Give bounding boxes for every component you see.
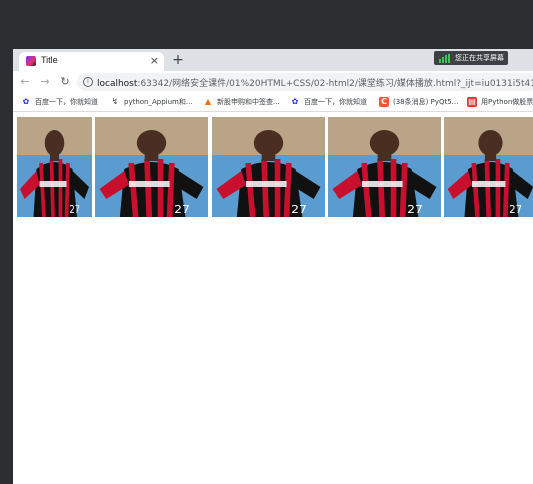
footballer-photo-icon: 27 — [212, 117, 325, 217]
media-player[interactable]: 27 — [17, 117, 92, 217]
reload-button[interactable]: ↻ — [57, 74, 73, 90]
hook-icon: ↯ — [111, 97, 119, 106]
new-tab-button[interactable]: + — [170, 52, 186, 68]
bookmark-label: 百度一下，你就知道 — [304, 98, 367, 106]
svg-text:27: 27 — [407, 203, 423, 216]
footballer-photo-icon: 27 — [328, 117, 441, 217]
csdn-icon: C — [379, 97, 389, 107]
book-icon: ▤ — [467, 97, 477, 107]
paw-icon: ✿ — [291, 97, 299, 106]
url-text[interactable]: localhost:63342/网络安全课件/01%20HTML+CSS/02-… — [97, 76, 533, 89]
paw-icon: ✿ — [22, 97, 30, 106]
flame-icon: ▲ — [204, 97, 212, 106]
navigation-toolbar: ← → ↻ i localhost:63342/网络安全课件/01%20HTML… — [13, 71, 533, 93]
footballer-photo-icon: 27 — [17, 117, 92, 217]
page-content: 27 27 27 27 27 — [13, 112, 533, 484]
media-player[interactable]: 27 — [444, 117, 533, 217]
forward-button[interactable]: → — [37, 74, 53, 90]
webstorm-favicon-icon — [26, 56, 36, 66]
desktop: Title × + 您正在共享屏幕 ← → ↻ i localhost:6334… — [0, 0, 533, 484]
footballer-photo-icon: 27 — [444, 117, 533, 217]
media-player[interactable]: 27 — [95, 117, 208, 217]
svg-text:27: 27 — [509, 203, 522, 216]
svg-text:27: 27 — [174, 203, 190, 216]
media-player[interactable]: 27 — [328, 117, 441, 217]
browser-window: Title × + 您正在共享屏幕 ← → ↻ i localhost:6334… — [13, 49, 533, 484]
screen-share-badge[interactable]: 您正在共享屏幕 — [434, 51, 508, 65]
share-notice-label: 您正在共享屏幕 — [455, 54, 504, 62]
bookmark-label: python_Appium和... — [124, 98, 193, 106]
close-icon[interactable]: × — [150, 53, 159, 69]
footballer-photo-icon: 27 — [95, 117, 208, 217]
media-player[interactable]: 27 — [212, 117, 325, 217]
media-gallery: 27 27 27 27 27 — [17, 117, 533, 217]
url-path: :63342/网络安全课件/01%20HTML+CSS/02-html2/课堂练… — [137, 79, 533, 89]
tab-active[interactable]: Title × — [19, 52, 164, 71]
bookmark-label: 用Python做股票... — [481, 98, 533, 106]
bookmark-label: (38条消息) PyQt5... — [393, 98, 459, 106]
tab-strip: Title × + 您正在共享屏幕 — [13, 49, 533, 71]
svg-text:27: 27 — [291, 203, 307, 216]
back-button[interactable]: ← — [17, 74, 33, 90]
info-icon[interactable]: i — [83, 77, 93, 87]
bookmarks-bar: ✿ 百度一下，你就知道 ↯ python_Appium和... ▲ 新股申购和中… — [13, 93, 533, 112]
tab-title: Title — [41, 55, 58, 65]
signal-bars-icon — [439, 54, 451, 63]
bookmark-label: 新股申购和中签查... — [217, 98, 280, 106]
svg-text:27: 27 — [70, 204, 81, 216]
url-host: localhost — [97, 79, 138, 89]
address-bar[interactable]: i localhost:63342/网络安全课件/01%20HTML+CSS/0… — [77, 73, 533, 91]
bookmark-label: 百度一下，你就知道 — [35, 98, 98, 106]
